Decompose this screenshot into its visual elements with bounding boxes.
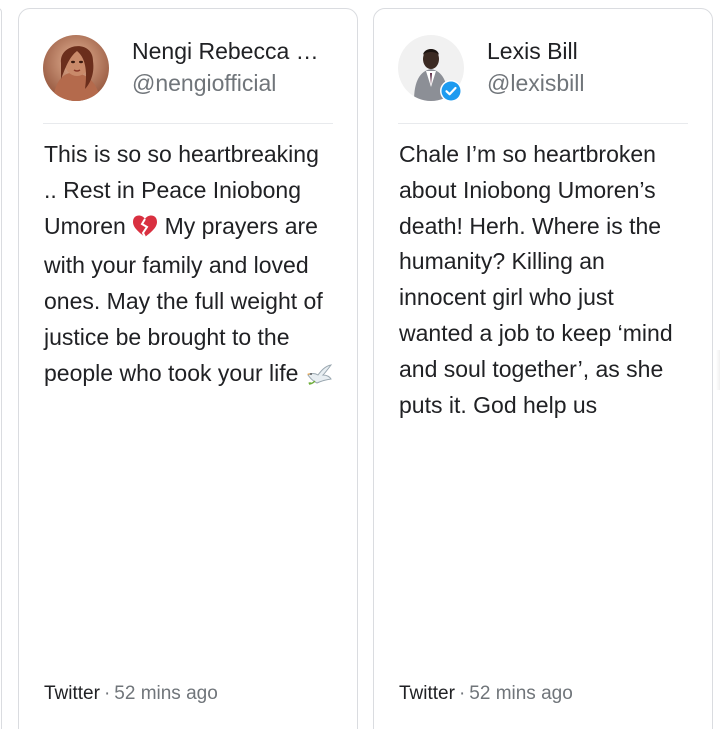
- previous-card-edge[interactable]: [0, 8, 2, 729]
- separator-dot: ·: [458, 683, 466, 704]
- verified-badge-icon: [440, 80, 462, 102]
- broken-heart-icon: [132, 213, 158, 249]
- display-name[interactable]: Nengi Rebecca Ha...: [132, 36, 333, 66]
- tweet-text: Chale I’m so heartbroken about Iniobong …: [399, 141, 673, 418]
- avatar-photo-icon: [43, 35, 109, 101]
- tweet-header: Lexis Bill @lexisbill: [398, 35, 688, 102]
- source-label: Twitter: [399, 683, 455, 704]
- tweet-footer: Twitter · 52 mins ago: [399, 681, 573, 707]
- user-handle[interactable]: @lexisbill: [487, 68, 688, 98]
- avatar[interactable]: [43, 35, 109, 101]
- timestamp: 52 mins ago: [469, 683, 573, 704]
- tweet-header: Nengi Rebecca Ha... @nengiofficial: [43, 35, 333, 101]
- separator-dot: ·: [103, 683, 111, 704]
- timestamp: 52 mins ago: [114, 683, 218, 704]
- divider: [43, 123, 333, 124]
- tweet-carousel: Nengi Rebecca Ha... @nengiofficial This …: [0, 0, 720, 729]
- tweet-card[interactable]: Nengi Rebecca Ha... @nengiofficial This …: [18, 8, 358, 729]
- tweet-footer: Twitter · 52 mins ago: [44, 681, 218, 707]
- tweet-card[interactable]: Lexis Bill @lexisbill Chale I’m so heart…: [373, 8, 713, 729]
- user-handle[interactable]: @nengiofficial: [132, 68, 333, 98]
- divider: [398, 123, 688, 124]
- source-label: Twitter: [44, 683, 100, 704]
- author-names: Nengi Rebecca Ha... @nengiofficial: [132, 35, 333, 98]
- tweet-text: This is so so heartbreaking .. Rest in P…: [44, 137, 337, 396]
- author-names: Lexis Bill @lexisbill: [487, 35, 688, 98]
- carousel-edge-shadow: [716, 350, 720, 390]
- display-name[interactable]: Lexis Bill: [487, 36, 688, 66]
- avatar[interactable]: [398, 35, 464, 102]
- dove-icon: [305, 360, 333, 396]
